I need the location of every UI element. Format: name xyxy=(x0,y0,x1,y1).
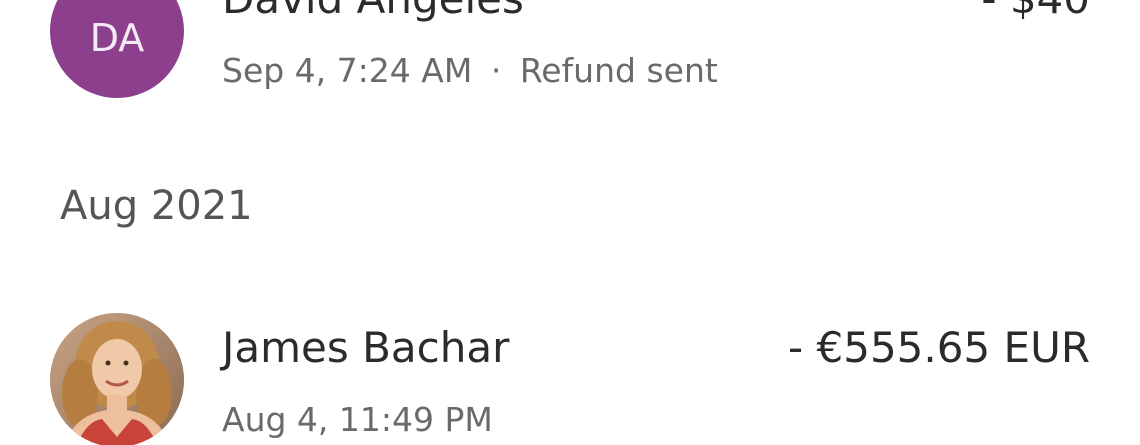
month-section-header: Aug 2021 xyxy=(60,183,253,229)
avatar-initials: DA xyxy=(89,16,145,60)
avatar: DA xyxy=(50,0,184,98)
transaction-name: James Bachar xyxy=(222,323,510,372)
transaction-date: Aug 4, 11:49 PM xyxy=(222,400,493,439)
profile-photo-icon xyxy=(50,313,184,445)
transaction-amount: - $40 xyxy=(981,0,1090,20)
meta-separator: · xyxy=(490,51,502,90)
avatar xyxy=(50,313,184,445)
transaction-meta: Sep 4, 7:24 AM · Refund sent xyxy=(222,54,718,87)
transaction-date: Sep 4, 7:24 AM xyxy=(222,51,473,90)
transaction-name: David Angeles xyxy=(222,0,524,20)
transaction-amount: - €555.65 EUR xyxy=(788,323,1090,372)
activity-page: DA David Angeles - $40 Sep 4, 7:24 AM · … xyxy=(0,0,1140,445)
transaction-status: Refund sent xyxy=(519,51,718,90)
